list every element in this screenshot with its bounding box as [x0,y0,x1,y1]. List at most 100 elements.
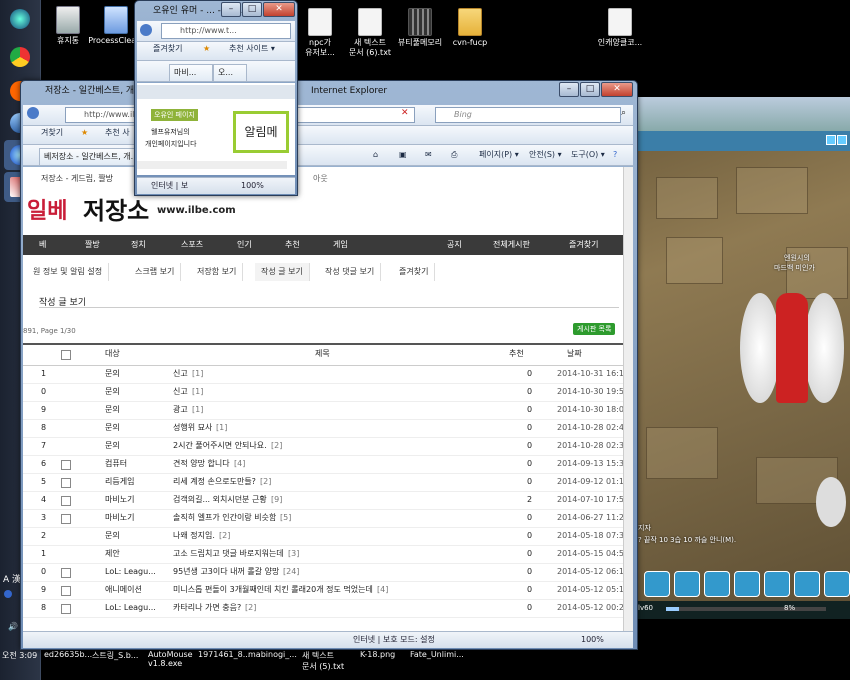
start-button[interactable] [4,4,36,34]
stop-icon[interactable]: ✕ [401,108,409,118]
table-row[interactable]: 5 리듬게임 리세 계정 손으로도만들? [2] 0 2014-09-12 01:16 [23,473,629,492]
horizontal-scrollbar[interactable] [137,161,287,169]
post-title-link[interactable]: 솔직히 엘프가 인간이랑 비슷함 [173,509,276,527]
table-row[interactable]: 9 애니메이션 미니스톱 편돌이 3개월째인데 치킨 롤래20개 정도 먹었는데 [4… [23,581,629,600]
tools-menu[interactable]: 도구(O) ▾ [571,148,605,162]
comment-count[interactable]: [5] [280,509,291,527]
desktop-icon-label[interactable]: ed26635b... [44,650,92,659]
skill-inventory-icon[interactable] [764,571,790,597]
help-icon[interactable] [4,590,12,598]
game-minimize-button[interactable] [826,135,836,145]
mail-icon[interactable]: ✉ [425,148,432,162]
table-row[interactable]: 2 문의 나왜 정지임. [2] 0 2014-05-18 07:32 [23,527,629,546]
comment-count[interactable]: [4] [234,455,245,473]
maximize-button[interactable]: □ [242,2,262,17]
desktop-icon-label[interactable]: Fate_Unlimi... [410,650,464,659]
desktop-icon-label[interactable]: K-18.png [360,650,395,659]
subnav-item-active[interactable]: 작성 글 보기 [255,263,310,281]
comment-count[interactable]: [4] [377,581,388,599]
print-icon[interactable]: ⎙ [451,148,457,162]
comment-count[interactable]: [2] [271,437,282,455]
nav-item[interactable]: 즐겨찾기 [569,235,598,255]
subnav-item[interactable]: 스크랩 보기 [129,263,182,281]
desktop-icon-label[interactable]: 1971461_8... [198,650,250,659]
skill-map-icon[interactable] [824,571,850,597]
subnav-item[interactable]: 저장함 보기 [191,263,244,281]
character-sprite[interactable] [776,293,808,403]
row-checkbox[interactable] [61,460,71,470]
comment-count[interactable]: [2] [260,473,271,491]
comment-count[interactable]: [1] [192,383,203,401]
comment-count[interactable]: [1] [216,419,227,437]
comment-count[interactable]: [9] [271,491,282,509]
subnav-item[interactable]: 작성 댓글 보기 [319,263,382,281]
tab-oyu[interactable]: 오... [213,64,247,81]
home-icon[interactable]: ⌂ [373,148,378,162]
row-checkbox[interactable] [61,478,71,488]
post-title-link[interactable]: 미니스톱 편돌이 3개월째인데 치킨 롤래20개 정도 먹었는데 [173,581,373,599]
table-row[interactable]: 6 컴퓨터 견적 양망 합니다 [4] 0 2014-09-13 15:37 [23,455,629,474]
post-title-link[interactable]: 고소 드립치고 댓글 바로지워는데 [173,545,284,563]
zoom-control[interactable]: 100% [241,178,264,194]
table-row[interactable]: 3 마비노기 솔직히 엘프가 인간이랑 비슷함 [5] 0 2014-06-27 11:2… [23,509,629,528]
security-zone[interactable]: 인터넷 | 보호 모드: 설정 [353,632,435,648]
post-title-link[interactable]: 95년생 고3이다 내꺼 롤갈 양망 [173,563,279,581]
nav-item[interactable]: 베 [39,235,46,255]
table-row[interactable]: 1 문의 신고 [1] 0 2014-10-31 16:13 [23,365,629,384]
table-row[interactable]: 8 문의 성행위 묘사 [1] 0 2014-10-28 02:47 [23,419,629,438]
minimize-button[interactable]: – [221,2,241,17]
vertical-scrollbar[interactable] [623,167,633,631]
row-checkbox[interactable] [61,604,71,614]
main-ie-window[interactable]: 저장소 - 일간베스트, 개... Internet Explorer – □ … [20,80,638,650]
taskbar-chrome[interactable] [4,42,36,72]
skill-search-icon[interactable] [644,571,670,597]
game-window[interactable]: 엔원시의 마드백 미인가 지자 ? 끝작 10 3습 10 까슬 안니(M). … [636,97,850,619]
clock[interactable]: 오전 3:09 [2,650,37,661]
desktop-icon-label[interactable]: mabinogi_... [248,650,297,659]
board-list-button[interactable]: 게시판 목록 [573,323,616,335]
nav-item[interactable]: 추천 [285,235,300,255]
search-input[interactable]: Bing [435,107,621,123]
desktop-icon-label[interactable]: 새 텍스트 문서 (5).txt [302,650,344,672]
table-row[interactable]: 8 LoL: Leagu... 카타리나 가면 충음? [2] 0 2014-05-12 … [23,599,629,618]
page-menu[interactable]: 페이지(P) ▾ [479,148,519,162]
nav-item[interactable]: 스포츠 [181,235,203,255]
npc-sprite[interactable] [816,477,846,527]
help-icon[interactable]: ? [613,148,617,162]
table-row[interactable]: 0 문의 신고 [1] 0 2014-10-30 19:51 [23,383,629,402]
favorites-button[interactable]: 겨찾기 [41,126,63,140]
select-all-checkbox[interactable] [61,350,71,360]
favorites-button[interactable]: 즐겨찾기 [153,42,182,56]
search-icon[interactable]: ⌕ [621,108,626,118]
back-icon[interactable] [140,24,152,36]
subnav-item[interactable]: 즐겨찾기 [393,263,436,281]
row-checkbox[interactable] [61,586,71,596]
nav-item[interactable]: 인기 [237,235,252,255]
notice-box[interactable]: 알림메 [233,111,289,153]
safety-menu[interactable]: 안전(S) ▾ [529,148,562,162]
post-title-link[interactable]: 검객의길... 외치시던분 근황 [173,491,267,509]
tab-mabi[interactable]: 마비... [169,64,213,81]
suggested-sites-button[interactable]: 추천 사 [105,126,130,140]
post-title-link[interactable]: 리세 계정 손으로도만들? [173,473,256,491]
post-title-link[interactable]: 나왜 정지임. [173,527,215,545]
row-checkbox[interactable] [61,568,71,578]
game-close-button[interactable] [837,135,847,145]
skill-party-icon[interactable] [674,571,700,597]
post-title-link[interactable]: 신고 [173,383,188,401]
table-row[interactable]: 7 문의 2시간 풀어주시면 안되나요. [2] 0 2014-10-28 02:31 [23,437,629,456]
post-title-link[interactable]: 성행위 묘사 [173,419,212,437]
post-title-link[interactable]: 견적 양망 합니다 [173,455,230,473]
comment-count[interactable]: [2] [219,527,230,545]
security-zone[interactable]: 인터넷 | 보 [151,178,188,194]
table-row[interactable]: 4 마비노기 검객의길... 외치시던분 근황 [9] 2 2014-07-10 17:5… [23,491,629,510]
row-checkbox[interactable] [61,514,71,524]
zoom-control[interactable]: 100% [581,632,604,648]
address-input[interactable]: http://www.t... [161,23,291,39]
comment-count[interactable]: [1] [192,401,203,419]
skill-character-icon[interactable] [704,571,730,597]
nav-item[interactable]: 전체게시판 [493,235,530,255]
post-title-link[interactable]: 2시간 풀어주시면 안되나요. [173,437,267,455]
desktop-icon-cvn[interactable]: cvn-fucp [440,8,500,48]
suggested-sites-button[interactable]: 추천 사이트 ▾ [229,42,275,56]
